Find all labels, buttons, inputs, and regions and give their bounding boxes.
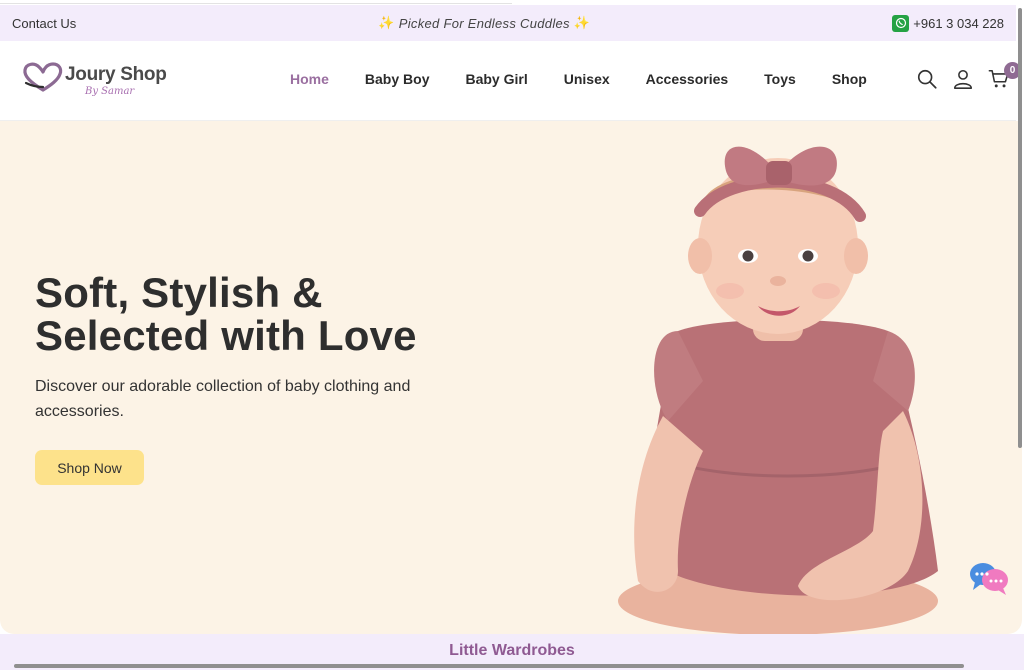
nav-accessories[interactable]: Accessories [646,71,729,87]
promo-banner: ✨ Picked For Endless Cuddles ✨ [378,15,590,31]
section-title: Little Wardrobes [449,642,575,659]
contact-us-link[interactable]: Contact Us [12,16,76,31]
sparkle-icon: ✨ [378,15,395,30]
heart-logo-icon [23,62,63,92]
phone-link[interactable]: +961 3 034 228 [892,14,1004,32]
nav-shop[interactable]: Shop [832,71,867,87]
sparkle-icon: ✨ [573,15,591,30]
user-icon[interactable] [952,68,974,90]
nav-home[interactable]: Home [290,71,329,87]
hero-banner: Soft, Stylish & Selected with Love Disco… [0,121,1022,634]
shop-now-button[interactable]: Shop Now [35,450,144,485]
nav-unisex[interactable]: Unisex [564,71,610,87]
brand-name: Joury Shop [65,64,167,85]
cart-icon[interactable]: 0 [988,62,1021,90]
promo-text: Picked For Endless Cuddles [398,15,570,31]
brand-tagline: By Samar [85,86,135,97]
header-actions: 0 [916,62,1021,90]
site-header: Joury Shop By Samar Home Baby Boy Baby G… [0,41,1021,121]
main-nav: Home Baby Boy Baby Girl Unisex Accessori… [290,71,867,87]
hero-title: Soft, Stylish & Selected with Love [35,271,417,357]
nav-baby-boy[interactable]: Baby Boy [365,71,430,87]
browser-tab-strip [0,0,512,4]
vertical-scrollbar[interactable] [1018,8,1022,448]
chat-widget-icon[interactable] [967,560,1011,596]
phone-number: +961 3 034 228 [913,15,1004,31]
whatsapp-icon [892,14,910,32]
hero-baby-image [618,146,938,634]
brand-logo[interactable]: Joury Shop By Samar [22,61,172,105]
hero-title-line-1: Soft, Stylish & [35,269,323,316]
hero-title-line-2: Selected with Love [35,312,417,359]
announcement-bar: Contact Us ✨ Picked For Endless Cuddles … [0,5,1016,41]
nav-toys[interactable]: Toys [764,71,796,87]
nav-baby-girl[interactable]: Baby Girl [465,71,527,87]
horizontal-scrollbar[interactable] [14,664,964,668]
hero-description: Discover our adorable collection of baby… [35,378,411,420]
search-icon[interactable] [916,68,938,90]
section-header: Little Wardrobes [0,634,1024,670]
